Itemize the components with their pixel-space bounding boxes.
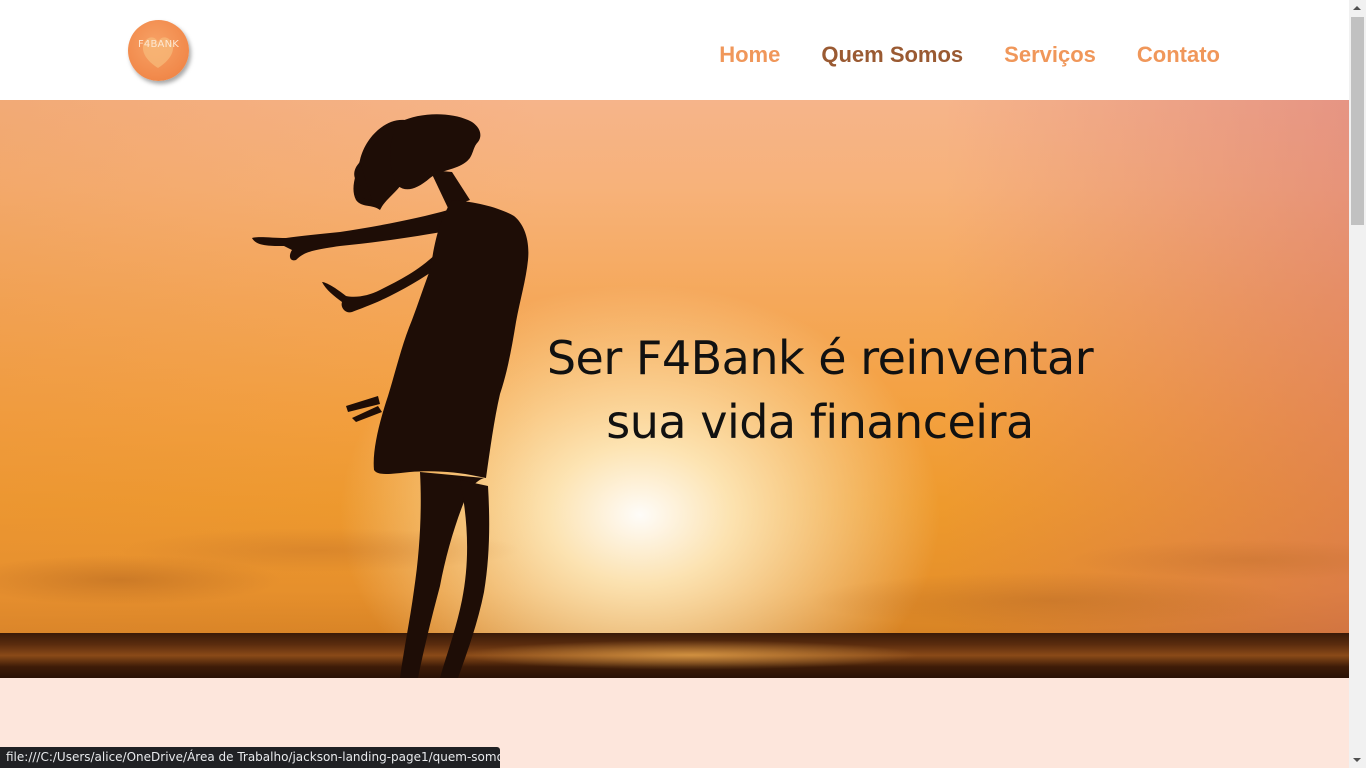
site-header: F4BANK Home Quem Somos Serviços Contato [0,0,1349,100]
page-viewport: F4BANK Home Quem Somos Serviços Contato [0,0,1349,768]
nav-quem-somos[interactable]: Quem Somos [821,40,963,70]
hero-headline-line1: Ser F4Bank é reinventar [546,331,1094,385]
heart-icon [142,37,174,68]
hero-headline-line2: sua vida financeira [606,395,1034,449]
scrollbar-thumb[interactable] [1351,17,1364,225]
nav-contato[interactable]: Contato [1137,40,1220,70]
hero-headline: Ser F4Bank é reinventar sua vida finance… [480,326,1160,454]
logo-text: F4BANK [137,39,180,50]
status-bar-url: file:///C:/Users/alice/OneDrive/Área de … [0,747,500,768]
nav-servicos[interactable]: Serviços [1004,40,1096,70]
vertical-scrollbar[interactable] [1349,0,1366,768]
nav-home[interactable]: Home [719,40,780,70]
main-nav: Home Quem Somos Serviços Contato [678,40,1220,70]
hero-banner: Ser F4Bank é reinventar sua vida finance… [0,100,1349,678]
scroll-up-arrow-icon[interactable] [1349,0,1366,17]
f4bank-logo[interactable]: F4BANK [128,20,189,81]
scroll-down-arrow-icon[interactable] [1349,751,1366,768]
